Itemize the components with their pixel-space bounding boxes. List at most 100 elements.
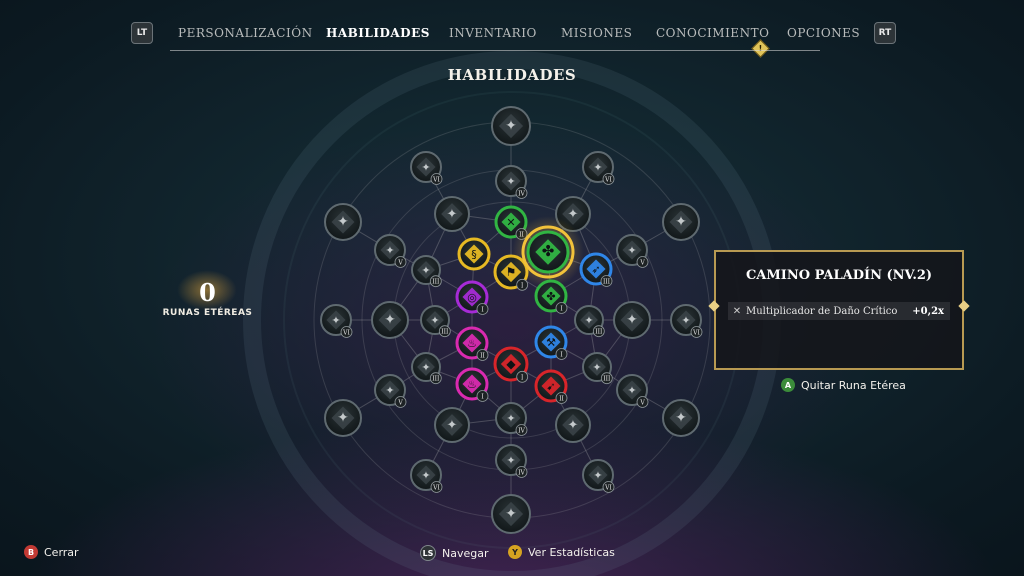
y-button-icon: Y [508, 545, 522, 559]
skill-node-locked[interactable]: ✦III [574, 305, 605, 338]
level-badge-text: V [639, 400, 645, 407]
skill-node-inner-e[interactable]: ✤I [534, 279, 568, 314]
rune-icon: ✦ [568, 418, 579, 433]
stats-action[interactable]: Y Ver Estadísticas [508, 545, 615, 559]
skill-node-locked[interactable]: ✦V [374, 374, 407, 408]
skill-node-inner-nw[interactable]: § [457, 237, 491, 271]
skill-node-locked[interactable]: ✦ [613, 301, 651, 339]
skill-node-inner-w[interactable]: ◎I [455, 280, 489, 315]
rune-icon: ✦ [506, 454, 515, 467]
skill-detail-panel: CAMINO PALADÍN (NV.2) ✕ Multiplicador de… [714, 250, 964, 370]
clover-icon: ✤ [542, 242, 555, 260]
level-badge-text: III [441, 329, 449, 336]
close-label: Cerrar [44, 545, 79, 559]
remove-rune-action[interactable]: A Quitar Runa Etérea [781, 378, 906, 392]
skill-node-locked[interactable]: ✦ [371, 301, 409, 339]
rune-icon: ✦ [506, 175, 515, 188]
skill-node-locked[interactable]: ✦V [616, 234, 649, 268]
skill-node-locked[interactable]: ✦ [434, 407, 470, 443]
level-badge-text: V [639, 260, 645, 267]
stat-row: ✕ Multiplicador de Daño Crítico +0,2x [728, 302, 950, 320]
tab-inventario[interactable]: INVENTARIO [449, 26, 537, 40]
rune-icon: ✦ [675, 410, 687, 426]
skill-node-inner-se[interactable]: ⚒I [534, 325, 568, 360]
rune-icon: ✦ [331, 314, 340, 327]
level-badge-text: III [603, 376, 611, 383]
rune-icon: ✦ [593, 161, 602, 174]
rune-icon: ✦ [337, 410, 349, 426]
skill-node-locked[interactable]: ✦ [491, 106, 531, 146]
level-badge-text: VI [604, 177, 612, 184]
rune-icon: ✦ [626, 312, 638, 328]
skill-node-locked[interactable]: ✦VI [410, 151, 443, 185]
panel-title: CAMINO PALADÍN (NV.2) [745, 268, 933, 283]
arrow-icon: ➶ [591, 263, 600, 276]
swirl-icon: ◎ [467, 291, 477, 304]
bow-icon: ➹ [546, 380, 555, 393]
skill-node-locked[interactable]: ✦IV [495, 165, 528, 199]
hammer-icon: ⚒ [546, 336, 556, 349]
skill-node-inner-s[interactable]: ◆I [493, 346, 529, 383]
tab-opciones[interactable]: OPCIONES [787, 26, 860, 40]
skill-node-locked[interactable]: ✦IV [495, 444, 528, 478]
rune-icon: ✦ [675, 214, 687, 230]
skill-node-locked[interactable]: ✦III [411, 255, 442, 288]
a-button-icon: A [781, 378, 795, 392]
skill-node-locked[interactable]: ✦ [491, 494, 531, 534]
skill-node-locked[interactable]: ✦V [616, 374, 649, 408]
level-badge-text: VI [342, 330, 350, 337]
clover-icon: ✤ [546, 290, 555, 303]
sword-icon: ✕ [506, 216, 515, 229]
navigate-action[interactable]: LS Navegar [420, 545, 489, 561]
skill-node-locked[interactable]: ✦V [374, 234, 407, 268]
rt-trigger-button[interactable]: RT [874, 22, 896, 44]
rune-icon: ✦ [505, 506, 517, 522]
remove-rune-label: Quitar Runa Etérea [801, 378, 906, 392]
level-badge-text: III [603, 279, 611, 286]
rune-icon: ✦ [421, 361, 430, 374]
rune-icon: ✦ [681, 314, 690, 327]
flame-icon: ♨ [467, 378, 477, 391]
runes-count: 0 [199, 278, 216, 307]
b-button-icon: B [24, 545, 38, 559]
skill-node-locked[interactable]: ✦III [582, 352, 613, 385]
skill-node-inner-sw[interactable]: ♨I [455, 367, 489, 402]
skill-node-ring-ne2[interactable]: ➶III [579, 252, 613, 287]
skill-node-locked[interactable]: ✦ [555, 407, 591, 443]
skill-node-ring-se2[interactable]: ➹ II [534, 369, 568, 404]
skill-node-ring-sw2[interactable]: ♨II [455, 326, 489, 361]
nav-divider [170, 50, 820, 51]
level-badge-text: V [397, 400, 403, 407]
tab-misiones[interactable]: MISIONES [561, 26, 632, 40]
close-action[interactable]: B Cerrar [24, 545, 79, 559]
skill-node-locked[interactable]: ✦III [420, 305, 451, 338]
lt-trigger-button[interactable]: LT [131, 22, 153, 44]
rune-icon: ✦ [385, 384, 394, 397]
helix-icon: § [471, 248, 477, 261]
skill-node-locked[interactable]: ✦VI [582, 151, 615, 185]
tab-conocimiento[interactable]: CONOCIMIENTO [656, 26, 769, 40]
level-badge-text: III [432, 279, 440, 286]
skill-node-inner-ne[interactable]: ✤ [512, 216, 584, 288]
skill-node-locked[interactable]: ✦ [324, 203, 362, 241]
runes-label: RUNAS ETÉREAS [162, 308, 253, 318]
rune-icon: ✦ [505, 118, 517, 134]
skill-node-locked[interactable]: ✦VI [320, 304, 353, 338]
ls-stick-icon: LS [420, 545, 436, 561]
tab-personalizacion[interactable]: PERSONALIZACIÓN [178, 26, 313, 40]
skill-node-locked[interactable]: ✦ [662, 203, 700, 241]
page-title: HABILIDADES [447, 66, 577, 84]
skill-node-locked[interactable]: ✦III [411, 352, 442, 385]
skill-node-locked[interactable]: ✦IV [495, 402, 528, 436]
skill-node-locked[interactable]: ✦ [434, 196, 470, 232]
rune-icon: ✦ [385, 244, 394, 257]
skill-node-locked[interactable]: ✦VI [670, 304, 703, 338]
skill-node-locked[interactable]: ✦VI [410, 459, 443, 493]
skill-node-locked[interactable]: ✦ [662, 399, 700, 437]
tab-habilidades[interactable]: HABILIDADES [326, 26, 430, 40]
rune-icon: ✦ [447, 418, 458, 433]
rune-icon: ✦ [568, 207, 579, 222]
rune-icon: ✦ [421, 469, 430, 482]
skill-node-locked[interactable]: ✦ [324, 399, 362, 437]
skill-node-locked[interactable]: ✦VI [582, 459, 615, 493]
